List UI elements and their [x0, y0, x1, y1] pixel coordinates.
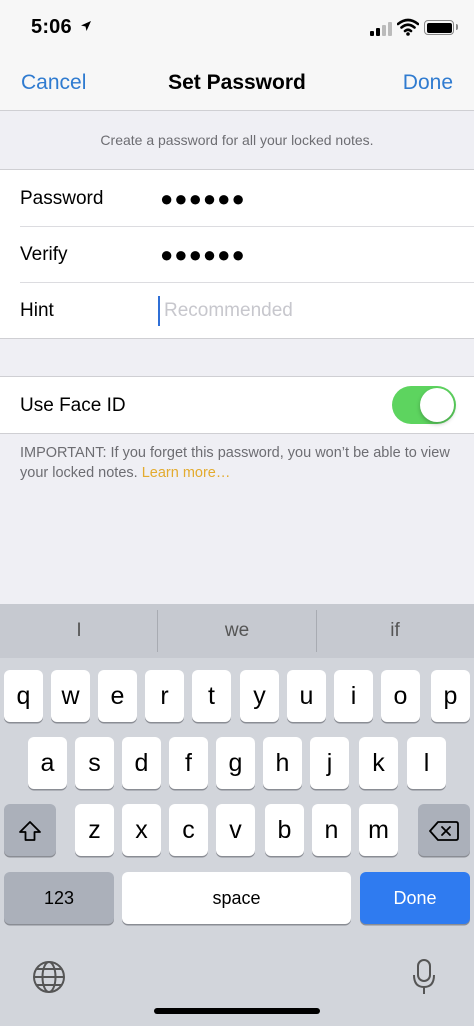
microphone-icon[interactable] — [411, 958, 437, 1001]
hint-input[interactable] — [158, 296, 448, 326]
verify-label: Verify — [20, 244, 68, 265]
keyboard-done-key[interactable]: Done — [360, 872, 470, 924]
key-j[interactable]: j — [310, 737, 349, 789]
key-k[interactable]: k — [359, 737, 398, 789]
wifi-icon — [396, 18, 420, 36]
face-id-row: Use Face ID — [0, 377, 474, 433]
key-w[interactable]: w — [51, 670, 90, 722]
key-i[interactable]: i — [334, 670, 373, 722]
key-v[interactable]: v — [216, 804, 255, 856]
numbers-key[interactable]: 123 — [4, 872, 114, 924]
key-t[interactable]: t — [192, 670, 231, 722]
prediction-2[interactable]: we — [158, 604, 316, 658]
hint-label: Hint — [20, 300, 54, 321]
hint-row[interactable]: Hint — [0, 282, 474, 338]
key-s[interactable]: s — [75, 737, 114, 789]
important-notice: IMPORTANT: If you forget this password, … — [20, 443, 460, 483]
learn-more-link[interactable]: Learn more… — [142, 465, 231, 481]
status-bar: 5:06 — [0, 0, 474, 58]
shift-key[interactable] — [4, 804, 56, 856]
key-r[interactable]: r — [145, 670, 184, 722]
password-field[interactable]: ●●●●●● — [160, 186, 246, 212]
keyboard: I we if q w e r t y u i o p a s d f g h … — [0, 604, 474, 1026]
face-id-group: Use Face ID — [0, 376, 474, 434]
verify-row[interactable]: Verify ●●●●●● — [0, 226, 474, 282]
shift-icon — [19, 821, 41, 842]
cancel-button[interactable]: Cancel — [21, 71, 86, 95]
instruction-note: Create a password for all your locked no… — [100, 132, 374, 148]
status-time: 5:06 — [31, 16, 72, 38]
important-text: IMPORTANT: If you forget this password, … — [20, 445, 450, 481]
key-g[interactable]: g — [216, 737, 255, 789]
password-row[interactable]: Password ●●●●●● — [0, 170, 474, 226]
toggle-knob — [420, 388, 454, 422]
key-e[interactable]: e — [98, 670, 137, 722]
key-h[interactable]: h — [263, 737, 302, 789]
battery-icon — [424, 20, 458, 35]
location-arrow-icon — [80, 19, 92, 35]
cellular-signal-icon — [370, 20, 394, 36]
key-a[interactable]: a — [28, 737, 67, 789]
key-z[interactable]: z — [75, 804, 114, 856]
verify-field[interactable]: ●●●●●● — [160, 242, 246, 268]
key-c[interactable]: c — [169, 804, 208, 856]
navigation-bar: Cancel Set Password Done — [0, 58, 474, 111]
key-y[interactable]: y — [240, 670, 279, 722]
delete-icon — [429, 821, 459, 842]
predictive-bar: I we if — [0, 604, 474, 658]
key-d[interactable]: d — [122, 737, 161, 789]
done-button[interactable]: Done — [403, 71, 453, 95]
key-q[interactable]: q — [4, 670, 43, 722]
delete-key[interactable] — [418, 804, 470, 856]
key-l[interactable]: l — [407, 737, 446, 789]
key-u[interactable]: u — [287, 670, 326, 722]
key-n[interactable]: n — [312, 804, 351, 856]
password-form: Password ●●●●●● Verify ●●●●●● Hint — [0, 169, 474, 339]
password-label: Password — [20, 188, 104, 209]
key-x[interactable]: x — [122, 804, 161, 856]
key-o[interactable]: o — [381, 670, 420, 722]
face-id-toggle[interactable] — [392, 386, 456, 424]
key-m[interactable]: m — [359, 804, 398, 856]
face-id-label: Use Face ID — [20, 395, 126, 416]
globe-icon[interactable] — [31, 959, 67, 1000]
home-indicator[interactable] — [154, 1008, 320, 1014]
prediction-1[interactable]: I — [0, 604, 158, 658]
prediction-3[interactable]: if — [316, 604, 474, 658]
key-b[interactable]: b — [265, 804, 304, 856]
key-f[interactable]: f — [169, 737, 208, 789]
key-p[interactable]: p — [431, 670, 470, 722]
space-key[interactable]: space — [122, 872, 351, 924]
